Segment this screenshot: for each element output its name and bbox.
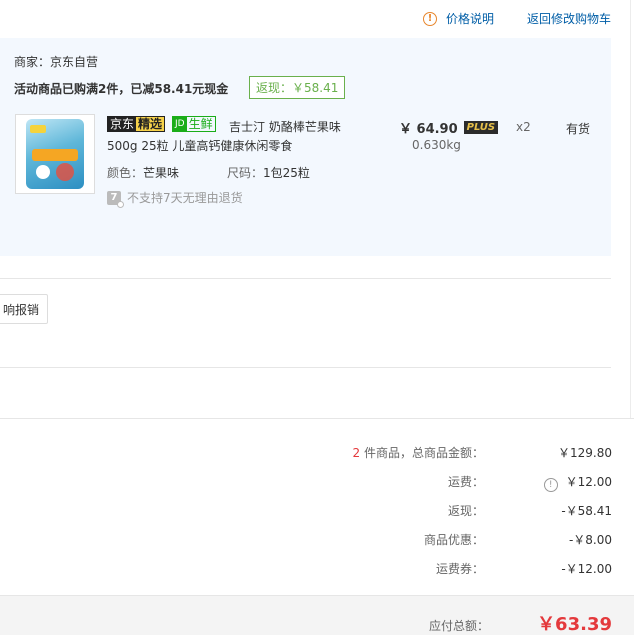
jd-tag-part-a: 京东: [108, 117, 137, 131]
unit-price: ￥ 64.90 PLUS: [399, 118, 499, 137]
plus-badge: PLUS: [463, 121, 499, 134]
no-return-icon: 7: [107, 190, 124, 208]
product-size: 尺码：1包25粒: [227, 164, 310, 181]
items-total-value: ￥129.80: [558, 446, 612, 460]
rebate-label: 返现：: [447, 504, 484, 518]
items-total-label: 2 件商品，总商品金额：: [353, 444, 484, 461]
summary-rebate-row: 返现： -￥58.41: [340, 502, 612, 518]
color-value: 芒果味: [143, 166, 180, 180]
size-value: 1包25粒: [263, 166, 310, 180]
product-tags: 京东 精选 JD 生鲜: [107, 116, 216, 132]
back-to-cart-link[interactable]: 返回修改购物车: [527, 10, 611, 27]
promo-text: 活动商品已购满2件，已减58.41元现金: [14, 82, 229, 96]
jd-selected-tag: 京东 精选: [107, 116, 166, 132]
product-image: [26, 119, 84, 189]
coupon-label: 运费券：: [435, 562, 484, 576]
size-label: 尺码：: [227, 166, 264, 180]
summary-items-row: 2 件商品，总商品金额： ￥129.80: [340, 444, 612, 460]
price-info-label[interactable]: 价格说明: [446, 10, 494, 27]
rebate-badge: 返现：￥58.41: [249, 76, 346, 99]
discount-label: 商品优惠：: [423, 533, 484, 547]
discount-value: -￥8.00: [568, 533, 612, 547]
product-title-line2[interactable]: 500g 25粒 儿童高钙健康休闲零食: [107, 137, 292, 154]
no-return-notice: 7 不支持7天无理由退货: [107, 189, 243, 208]
jd-tag-part-b: 精选: [136, 117, 165, 131]
product-title-line1[interactable]: 吉士汀 奶酪棒芒果味: [229, 118, 341, 135]
top-links: ! 价格说明 返回修改购物车: [0, 8, 634, 30]
shipping-value-wrap: ! ￥12.00: [543, 473, 612, 492]
invoice-button[interactable]: 响报销: [0, 294, 48, 324]
items-label-text: 件商品，总商品金额：: [360, 446, 484, 460]
payable-label: 应付总额：: [429, 619, 490, 633]
shipping-value: ￥12.00: [565, 475, 612, 489]
stock-status: 有货: [566, 122, 591, 136]
payable-value: ￥63.39: [537, 614, 612, 635]
right-divider: [630, 0, 631, 418]
rebate-value: -￥58.41: [561, 504, 612, 518]
info-circle-icon[interactable]: !: [543, 478, 558, 492]
fresh-tag-label: 生鲜: [188, 117, 213, 131]
summary-shipping-row: 运费： ! ￥12.00: [340, 473, 612, 492]
fresh-icon: JD: [173, 117, 187, 131]
color-label: 颜色：: [107, 166, 144, 180]
merchant-label: 商家：京东自营: [14, 55, 99, 69]
divider-1: [0, 278, 611, 279]
summary-discount-row: 商品优惠： -￥8.00: [340, 531, 612, 547]
product-color: 颜色：芒果味: [107, 164, 179, 181]
product-thumbnail[interactable]: [15, 114, 95, 194]
warning-circle-icon: !: [423, 11, 437, 26]
shipping-label: 运费：: [447, 475, 484, 489]
product-quantity: x2: [516, 120, 531, 134]
summary-coupon-row: 运费券： -￥12.00: [340, 560, 612, 576]
unit-price-value: ￥ 64.90: [399, 122, 458, 137]
order-panel: 商家：京东自营 活动商品已购满2件，已减58.41元现金 返现：￥58.41 京…: [0, 38, 611, 256]
product-weight: 0.630kg: [412, 138, 461, 152]
fresh-tag: JD 生鲜: [172, 116, 216, 132]
divider-3: [0, 418, 634, 419]
divider-2: [0, 367, 611, 368]
price-info-link[interactable]: ! 价格说明: [423, 10, 494, 27]
no-return-text: 不支持7天无理由退货: [127, 191, 243, 205]
coupon-value: -￥12.00: [561, 562, 612, 576]
payable-total-bar: 应付总额： ￥63.39: [0, 595, 634, 635]
